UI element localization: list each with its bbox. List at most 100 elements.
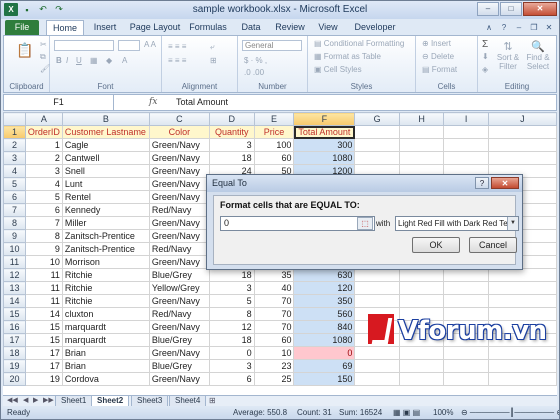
cell-price[interactable]: 35: [253, 268, 295, 282]
cell-color[interactable]: Green/Navy: [148, 164, 210, 178]
cell-price[interactable]: 60: [253, 333, 295, 347]
cell-lastname[interactable]: Kennedy: [61, 203, 150, 217]
chevron-down-icon[interactable]: ▼: [507, 217, 518, 230]
cell-color[interactable]: Blue/Grey: [148, 359, 210, 373]
cell[interactable]: [398, 294, 445, 308]
format-cells-button[interactable]: ▤ Format: [422, 65, 457, 74]
align-top-icon[interactable]: ≡ ≡ ≡: [168, 42, 186, 51]
zoom-slider[interactable]: ⊖ ───────┃─────── ⊕: [461, 406, 559, 419]
format-select[interactable]: Light Red Fill with Dark Red Text ▼: [395, 216, 519, 231]
row-header[interactable]: 2: [3, 138, 26, 152]
cell-orderid[interactable]: 19: [24, 372, 63, 386]
cell-price[interactable]: 60: [253, 151, 295, 165]
cell-orderid[interactable]: 7: [24, 216, 63, 230]
cell-orderid[interactable]: 17: [24, 359, 63, 373]
find-select-button[interactable]: 🔍 Find & Select: [524, 40, 552, 71]
row-header[interactable]: 8: [3, 216, 26, 230]
cell[interactable]: [443, 372, 489, 386]
merge-icon[interactable]: ⊞: [210, 56, 217, 65]
tab-home[interactable]: Home: [46, 20, 84, 36]
tab-page-layout[interactable]: Page Layout: [127, 20, 183, 36]
cell-quantity[interactable]: 3: [208, 138, 255, 152]
cell-orderid[interactable]: 14: [24, 307, 63, 321]
range-picker-icon[interactable]: ⬚: [357, 217, 373, 230]
row-header[interactable]: 14: [3, 294, 26, 308]
cell-color[interactable]: Green/Navy: [148, 255, 210, 269]
cell-lastname[interactable]: Cantwell: [61, 151, 150, 165]
cell-quantity[interactable]: 3: [208, 359, 255, 373]
sheet-nav-last-icon[interactable]: ▶▶: [43, 396, 54, 404]
doc-restore-icon[interactable]: ❐: [528, 22, 540, 33]
clear-icon[interactable]: ◈: [482, 65, 488, 74]
cell-lastname[interactable]: Rentel: [61, 190, 150, 204]
wrap-text-icon[interactable]: ⤶: [210, 42, 214, 52]
select-all-corner[interactable]: [3, 112, 26, 126]
cell-price[interactable]: 70: [253, 294, 295, 308]
cell-lastname[interactable]: Ritchie: [61, 268, 150, 282]
cell[interactable]: [354, 372, 400, 386]
row-header[interactable]: 17: [3, 333, 26, 347]
cell[interactable]: [487, 359, 557, 373]
col-header-c[interactable]: C: [148, 112, 210, 126]
cell-price[interactable]: 70: [253, 320, 295, 334]
cell-orderid[interactable]: 9: [24, 242, 63, 256]
ok-button[interactable]: OK: [412, 237, 460, 253]
cell[interactable]: [354, 359, 400, 373]
cell-color[interactable]: Blue/Grey: [148, 333, 210, 347]
cell-lastname[interactable]: Cordova: [61, 372, 150, 386]
cell[interactable]: [398, 372, 445, 386]
header-cell-lastname[interactable]: Customer Lastname: [61, 125, 150, 139]
cell[interactable]: [487, 151, 557, 165]
cell-orderid[interactable]: 3: [24, 164, 63, 178]
header-cell-quantity[interactable]: Quantity: [208, 125, 255, 139]
cell-color[interactable]: Blue/Grey: [148, 268, 210, 282]
cell[interactable]: [443, 359, 489, 373]
font-color-icon[interactable]: A: [122, 56, 127, 65]
font-name-dropdown[interactable]: [54, 40, 114, 51]
copy-icon[interactable]: ⧉: [40, 52, 46, 62]
cell-lastname[interactable]: Brian: [61, 359, 150, 373]
cell-lastname[interactable]: Ritchie: [61, 281, 150, 295]
zoom-level[interactable]: 100%: [433, 406, 453, 419]
doc-close-icon[interactable]: ✕: [543, 22, 555, 33]
col-header-b[interactable]: B: [61, 112, 150, 126]
cell-total[interactable]: 630: [293, 268, 356, 282]
tab-file[interactable]: File: [5, 20, 39, 36]
header-cell-orderid[interactable]: OrderID: [24, 125, 63, 139]
minimize-button[interactable]: –: [477, 2, 499, 16]
cell-quantity[interactable]: 5: [208, 294, 255, 308]
name-box[interactable]: F1: [4, 95, 114, 110]
cell-color[interactable]: Green/Navy: [148, 190, 210, 204]
sheet-nav-first-icon[interactable]: ◀◀: [7, 396, 18, 404]
cell-color[interactable]: Green/Navy: [148, 294, 210, 308]
cell[interactable]: [487, 125, 557, 139]
cell[interactable]: [487, 138, 557, 152]
cell-orderid[interactable]: 10: [24, 255, 63, 269]
cell[interactable]: [443, 125, 489, 139]
row-header[interactable]: 16: [3, 320, 26, 334]
dialog-help-button[interactable]: ?: [475, 177, 489, 189]
cell-orderid[interactable]: 4: [24, 177, 63, 191]
formula-input[interactable]: Total Amount: [176, 95, 228, 110]
maximize-button[interactable]: □: [500, 2, 522, 16]
cell-color[interactable]: Green/Navy: [148, 372, 210, 386]
cell[interactable]: [487, 268, 557, 282]
cell-quantity[interactable]: 8: [208, 307, 255, 321]
help-icon[interactable]: ?: [498, 22, 510, 33]
cell-color[interactable]: Red/Navy: [148, 307, 210, 321]
cell-lastname[interactable]: Snell: [61, 164, 150, 178]
cell-color[interactable]: Green/Navy: [148, 320, 210, 334]
row-header[interactable]: 18: [3, 346, 26, 360]
cell-color[interactable]: Green/Navy: [148, 138, 210, 152]
row-header[interactable]: 19: [3, 359, 26, 373]
row-header[interactable]: 10: [3, 242, 26, 256]
row-header[interactable]: 3: [3, 151, 26, 165]
cell-price[interactable]: 25: [253, 372, 295, 386]
cell-total[interactable]: 1080: [293, 151, 356, 165]
cell-orderid[interactable]: 15: [24, 333, 63, 347]
cell-color[interactable]: Red/Navy: [148, 242, 210, 256]
cell-orderid[interactable]: 6: [24, 203, 63, 217]
format-as-table-button[interactable]: ▦ Format as Table: [314, 52, 381, 61]
row-header[interactable]: 11: [3, 255, 26, 269]
tab-review[interactable]: Review: [271, 20, 309, 36]
